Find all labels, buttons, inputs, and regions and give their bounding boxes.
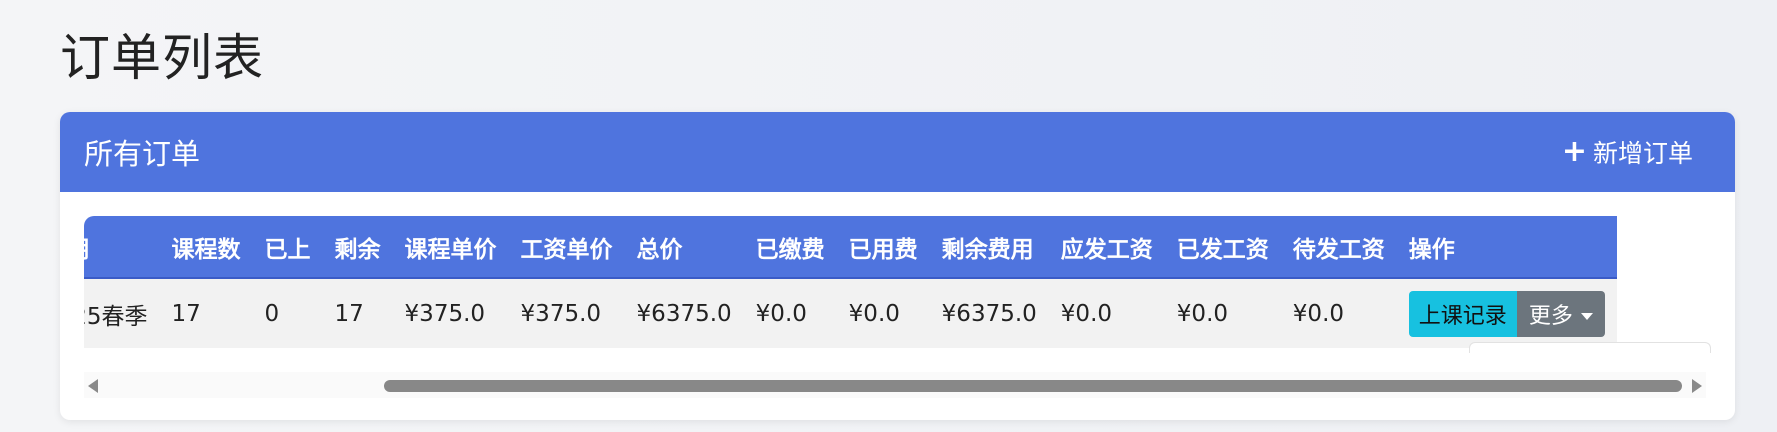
cell-wage-paid: ¥0.0 bbox=[1176, 300, 1229, 327]
add-order-label: 新增订单 bbox=[1592, 139, 1693, 168]
cell-total: ¥6375.0 bbox=[636, 300, 732, 327]
col-header-wage-paid: 已发工资 bbox=[1164, 216, 1281, 279]
cell-remaining-fee: ¥6375.0 bbox=[941, 300, 1037, 327]
page-title: 订单列表 bbox=[60, 29, 264, 87]
class-record-button[interactable]: 上课记录 bbox=[1408, 290, 1517, 337]
cell-remaining: 17 bbox=[334, 300, 364, 327]
col-header-actions: 操作 bbox=[1396, 216, 1617, 279]
horizontal-scrollbar[interactable] bbox=[84, 372, 1706, 398]
cell-wage-due: ¥0.0 bbox=[1060, 300, 1113, 327]
col-header-remaining: 剩余 bbox=[322, 216, 393, 279]
col-header-course-price: 课程单价 bbox=[392, 216, 509, 279]
cell-term: 2025春季 bbox=[84, 303, 148, 330]
cell-used: ¥0.0 bbox=[848, 300, 900, 327]
plus-icon: + bbox=[1561, 134, 1587, 169]
col-header-term: 学期 bbox=[84, 216, 160, 279]
dropdown-menu-edge bbox=[1469, 342, 1711, 353]
add-order-button[interactable]: + 新增订单 bbox=[1562, 134, 1693, 170]
orders-table-container: 学期 课程数 已上 剩余 课程单价 工资单价 总价 已缴费 已用费 剩余费用 应… bbox=[84, 216, 1710, 348]
col-header-paid: 已缴费 bbox=[743, 216, 837, 279]
table-header-row: 学期 课程数 已上 剩余 课程单价 工资单价 总价 已缴费 已用费 剩余费用 应… bbox=[84, 216, 1617, 279]
cell-attended: 0 bbox=[264, 300, 280, 327]
orders-table: 学期 课程数 已上 剩余 课程单价 工资单价 总价 已缴费 已用费 剩余费用 应… bbox=[84, 216, 1617, 348]
card-title: 所有订单 bbox=[84, 137, 201, 171]
scroll-right-arrow-icon[interactable] bbox=[1692, 379, 1702, 393]
cell-course-count: 17 bbox=[171, 300, 201, 327]
col-header-attended: 已上 bbox=[252, 216, 323, 279]
col-header-remaining-fee: 剩余费用 bbox=[929, 216, 1049, 279]
table-row: 文 2025春季 17 0 17 ¥375.0 ¥375.0 ¥6375.0 ¥… bbox=[84, 278, 1617, 348]
scroll-left-arrow-icon[interactable] bbox=[88, 379, 98, 393]
cell-wage-price: ¥375.0 bbox=[520, 300, 602, 327]
col-header-wage-price: 工资单价 bbox=[508, 216, 625, 279]
cell-course-price: ¥375.0 bbox=[404, 300, 486, 327]
cell-actions: 上课记录 更多 bbox=[1397, 278, 1617, 348]
col-header-used: 已用费 bbox=[836, 216, 930, 279]
more-label: 更多 bbox=[1528, 303, 1573, 329]
caret-down-icon bbox=[1580, 313, 1593, 320]
cell-wage-pending: ¥0.0 bbox=[1292, 300, 1345, 327]
more-dropdown-button[interactable]: 更多 bbox=[1516, 290, 1605, 337]
col-header-wage-pending: 待发工资 bbox=[1280, 216, 1397, 279]
col-header-course-count: 课程数 bbox=[159, 216, 253, 279]
scrollbar-thumb[interactable] bbox=[384, 380, 1682, 392]
card-header: 所有订单 + 新增订单 bbox=[60, 112, 1735, 192]
cell-paid: ¥0.0 bbox=[755, 300, 807, 327]
col-header-wage-due: 应发工资 bbox=[1048, 216, 1165, 279]
col-header-total: 总价 bbox=[624, 216, 744, 279]
